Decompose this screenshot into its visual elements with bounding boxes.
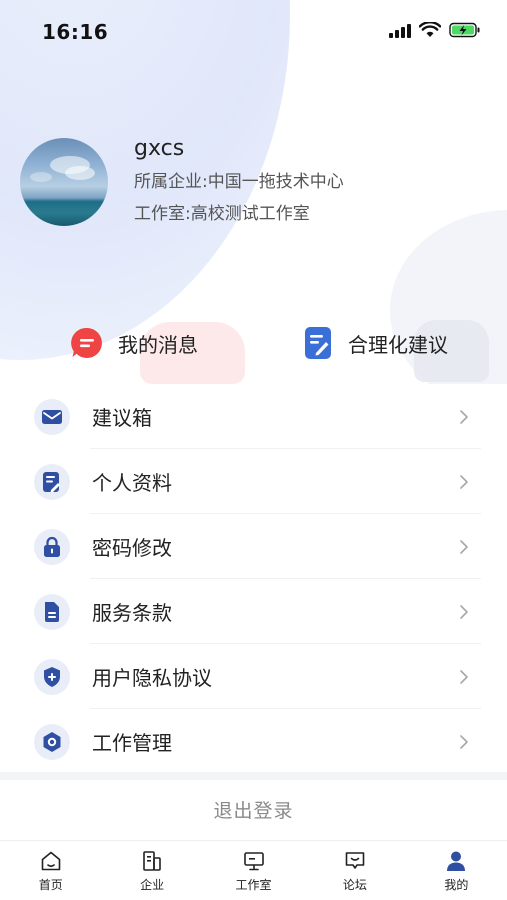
tab-label: 论坛 bbox=[342, 878, 367, 892]
shield-icon bbox=[34, 658, 70, 695]
menu-item-label: 服务条款 bbox=[92, 601, 172, 625]
settings-menu: 建议箱 个人资料 密码修改 服务条款 用户隐私协议 工作管理 bbox=[0, 384, 507, 774]
quick-actions: 我的消息 合理化建议 bbox=[0, 318, 507, 374]
monitor-icon bbox=[243, 852, 264, 871]
company-text: 所属企业:中国一拖技术中心 bbox=[134, 172, 344, 192]
username: gxcs bbox=[134, 136, 185, 161]
message-icon bbox=[71, 327, 102, 358]
tab-home[interactable]: 首页 bbox=[0, 841, 101, 900]
edit-note-icon bbox=[305, 327, 331, 359]
document-icon bbox=[34, 593, 70, 630]
studio-text: 工作室:高校测试工作室 bbox=[134, 204, 310, 224]
menu-item-suggestion-box[interactable]: 建议箱 bbox=[0, 384, 507, 449]
menu-item-work-management[interactable]: 工作管理 bbox=[0, 709, 507, 774]
wifi-icon bbox=[419, 22, 441, 37]
battery-charging-icon bbox=[449, 22, 480, 38]
signal-icon bbox=[389, 22, 411, 38]
forum-icon bbox=[345, 852, 365, 869]
status-icons bbox=[389, 22, 481, 38]
tab-label: 我的 bbox=[444, 878, 469, 892]
suggestion-label: 合理化建议 bbox=[348, 332, 448, 357]
tab-label: 首页 bbox=[38, 878, 63, 892]
logout-button[interactable]: 退出登录 bbox=[0, 780, 507, 838]
menu-item-label: 工作管理 bbox=[92, 731, 172, 755]
profile-doc-icon bbox=[34, 463, 70, 500]
tab-forum[interactable]: 论坛 bbox=[304, 841, 405, 900]
chevron-right-icon bbox=[460, 734, 468, 749]
section-divider bbox=[0, 772, 507, 780]
profile-info: gxcs 所属企业:中国一拖技术中心 工作室:高校测试工作室 bbox=[134, 138, 344, 236]
menu-item-label: 建议箱 bbox=[92, 406, 152, 430]
menu-item-label: 用户隐私协议 bbox=[92, 666, 212, 690]
menu-item-privacy[interactable]: 用户隐私协议 bbox=[0, 644, 507, 709]
chevron-right-icon bbox=[460, 604, 468, 619]
tab-mine[interactable]: 我的 bbox=[406, 841, 507, 900]
status-bar: 16:16 bbox=[0, 0, 507, 64]
lock-icon bbox=[34, 528, 70, 565]
menu-item-label: 密码修改 bbox=[92, 536, 172, 560]
mail-icon bbox=[34, 398, 70, 435]
building-icon bbox=[143, 851, 161, 871]
hexagon-gear-icon bbox=[34, 723, 70, 760]
bottom-tab-bar: 首页 企业 工作室 论坛 我的 bbox=[0, 840, 507, 900]
home-icon bbox=[41, 851, 61, 871]
user-icon bbox=[447, 851, 466, 871]
chevron-right-icon bbox=[460, 474, 468, 489]
my-messages-button[interactable]: 我的消息 bbox=[70, 326, 198, 360]
tab-label: 企业 bbox=[140, 878, 165, 892]
suggestion-button[interactable]: 合理化建议 bbox=[304, 326, 448, 360]
menu-item-change-password[interactable]: 密码修改 bbox=[0, 514, 507, 579]
my-messages-label: 我的消息 bbox=[118, 332, 198, 357]
menu-item-profile[interactable]: 个人资料 bbox=[0, 449, 507, 514]
profile-screen: 16:16 gxcs 所属企业:中国一拖技术中心 工作室:高校测试工作室 我的消… bbox=[0, 0, 507, 900]
chevron-right-icon bbox=[460, 409, 468, 424]
avatar[interactable] bbox=[20, 138, 108, 226]
status-time: 16:16 bbox=[42, 20, 109, 44]
logout-label: 退出登录 bbox=[213, 799, 294, 822]
menu-item-label: 个人资料 bbox=[92, 471, 172, 495]
tab-enterprise[interactable]: 企业 bbox=[101, 841, 202, 900]
profile-card[interactable]: gxcs 所属企业:中国一拖技术中心 工作室:高校测试工作室 bbox=[20, 138, 344, 236]
chevron-right-icon bbox=[460, 539, 468, 554]
chevron-right-icon bbox=[460, 669, 468, 684]
menu-item-terms[interactable]: 服务条款 bbox=[0, 579, 507, 644]
tab-label: 工作室 bbox=[235, 878, 272, 892]
tab-studio[interactable]: 工作室 bbox=[203, 841, 304, 900]
